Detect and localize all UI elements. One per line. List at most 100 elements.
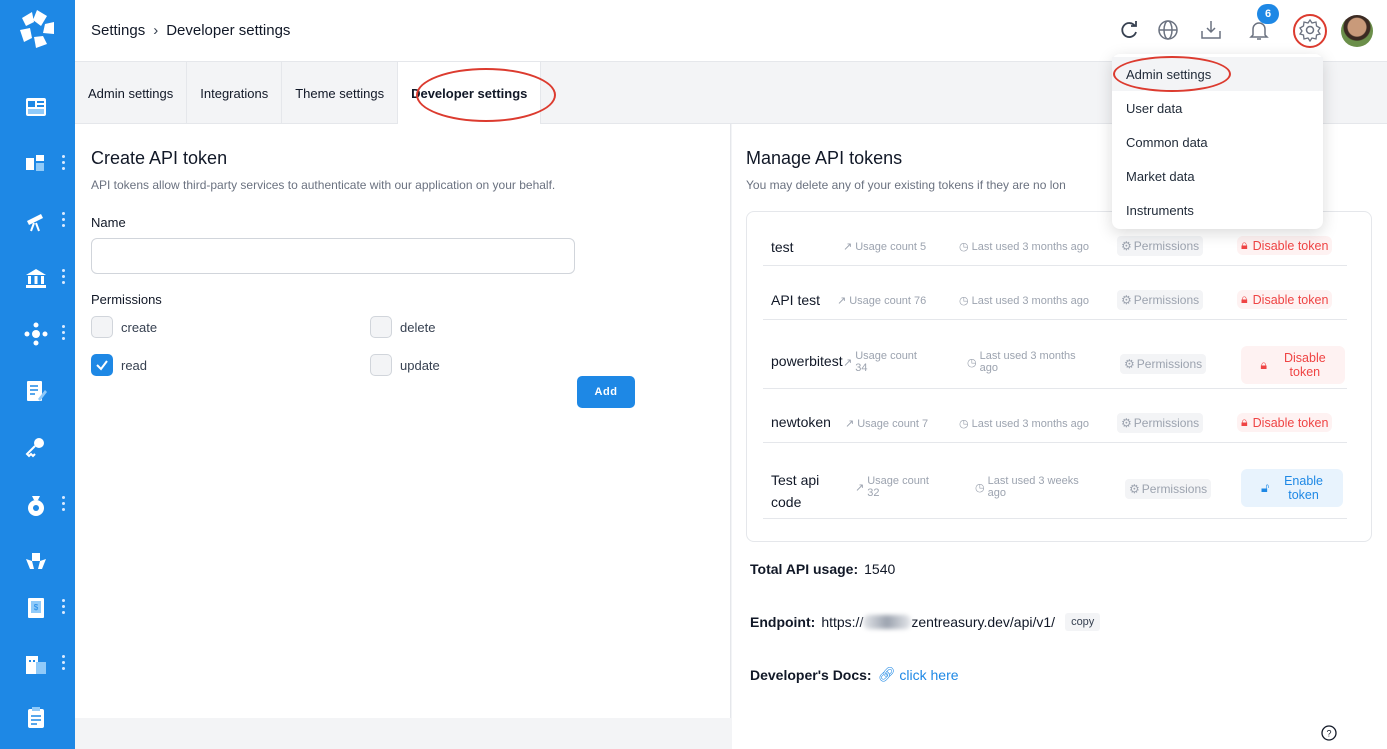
document-edit-icon bbox=[27, 381, 47, 401]
svg-text:?: ? bbox=[1326, 729, 1331, 739]
docs-link[interactable]: 🔗︎ click here bbox=[878, 666, 959, 683]
sidebar-item-ledger[interactable]: $ bbox=[0, 587, 75, 627]
permissions-button[interactable]: ⚙ Permissions bbox=[1117, 290, 1204, 310]
token-list: test ↗ Usage count 5 ◷ Last used 3 months … bbox=[746, 211, 1372, 542]
sidebar-item-keys[interactable] bbox=[0, 427, 75, 467]
token-name: API test bbox=[771, 292, 821, 308]
permissions-button[interactable]: ⚙ Permissions bbox=[1117, 413, 1204, 433]
sidebar-item-forecast[interactable] bbox=[0, 200, 75, 240]
permissions-button[interactable]: ⚙ Permissions bbox=[1117, 236, 1204, 256]
menu-item-common-data[interactable]: Common data bbox=[1112, 125, 1323, 159]
usage-count: ↗ Usage count 34 bbox=[843, 350, 917, 374]
sidebar-item-banks[interactable] bbox=[0, 257, 75, 297]
menu-item-market-data[interactable]: Market data bbox=[1112, 159, 1323, 193]
sidebar-item-support[interactable] bbox=[0, 540, 75, 580]
hands-icon bbox=[26, 553, 46, 569]
permission-delete-checkbox[interactable]: delete bbox=[370, 316, 435, 338]
tab-admin-settings[interactable]: Admin settings bbox=[75, 62, 188, 124]
more-icon[interactable] bbox=[62, 212, 66, 230]
disable-token-button[interactable]: 🔒︎ Disable token bbox=[1237, 290, 1333, 309]
permission-read-checkbox[interactable]: read bbox=[91, 354, 147, 376]
token-row: Test api code ↗ Usage count 32 ◷ Last used 3… bbox=[763, 443, 1347, 519]
manage-tokens-subtitle: You may delete any of your existing toke… bbox=[746, 178, 1066, 192]
checkbox-box[interactable] bbox=[370, 316, 392, 338]
gear-icon: ⚙ bbox=[1121, 416, 1132, 430]
more-icon[interactable] bbox=[62, 269, 66, 287]
total-usage-value: 1540 bbox=[864, 561, 896, 577]
disable-token-button[interactable]: 🔒︎ Disable token bbox=[1237, 413, 1333, 432]
token-name: Test api code bbox=[771, 472, 820, 510]
add-token-button[interactable]: Add bbox=[577, 376, 635, 408]
sidebar-item-clipboard[interactable] bbox=[0, 697, 75, 737]
gear-icon: ⚙ bbox=[1124, 357, 1135, 371]
checkbox-box-checked[interactable] bbox=[91, 354, 113, 376]
checkbox-box[interactable] bbox=[91, 316, 113, 338]
dashboard-icon bbox=[26, 98, 46, 116]
token-row: newtoken ↗ Usage count 7 ◷ Last used 3 mon… bbox=[763, 389, 1347, 443]
clipboard-icon bbox=[28, 707, 44, 728]
more-icon[interactable] bbox=[62, 325, 66, 343]
trend-icon: ↗ bbox=[855, 482, 865, 494]
permissions-button[interactable]: ⚙ Permissions bbox=[1125, 479, 1212, 499]
usage-count: ↗ Usage count 7 bbox=[845, 417, 929, 431]
usage-count: ↗ Usage count 76 bbox=[837, 294, 927, 308]
manage-tokens-title: Manage API tokens bbox=[746, 148, 903, 168]
permission-create-checkbox[interactable]: create bbox=[91, 316, 157, 338]
avatar[interactable] bbox=[1341, 15, 1373, 47]
sidebar-item-accounts[interactable] bbox=[0, 143, 75, 183]
lock-icon: 🔒︎ bbox=[1260, 357, 1267, 372]
network-icon bbox=[24, 322, 48, 346]
breadcrumb-root[interactable]: Settings bbox=[91, 22, 145, 39]
refresh-icon[interactable] bbox=[1117, 18, 1141, 42]
sidebar: $ bbox=[0, 0, 75, 749]
checkbox-box[interactable] bbox=[370, 354, 392, 376]
sidebar-item-dashboard[interactable] bbox=[0, 86, 75, 126]
money-bag-icon bbox=[28, 496, 44, 516]
more-icon[interactable] bbox=[62, 155, 66, 173]
app-logo[interactable] bbox=[14, 6, 60, 52]
token-row: API test ↗ Usage count 76 ◷ Last used 3 mo… bbox=[763, 266, 1347, 320]
total-api-usage: Total API usage: 1540 bbox=[750, 561, 895, 577]
disable-token-button[interactable]: 🔒︎ Disable token bbox=[1241, 346, 1345, 384]
permission-read-label: read bbox=[121, 357, 148, 373]
menu-item-instruments[interactable]: Instruments bbox=[1112, 193, 1323, 227]
create-token-title: Create API token bbox=[91, 148, 228, 168]
accounts-icon bbox=[26, 155, 44, 171]
docs-label: Developer's Docs: bbox=[750, 666, 872, 683]
tab-theme-settings[interactable]: Theme settings bbox=[282, 62, 399, 124]
sidebar-item-entities[interactable] bbox=[0, 643, 75, 683]
help-icon[interactable]: ? bbox=[1321, 725, 1337, 741]
permission-delete-label: delete bbox=[400, 319, 436, 335]
token-name: test bbox=[771, 239, 794, 255]
enable-token-button[interactable]: 🔓︎ Enable token bbox=[1241, 469, 1343, 507]
annotation-circle bbox=[1293, 14, 1327, 48]
token-name-input[interactable] bbox=[91, 238, 575, 274]
building-icon bbox=[26, 656, 46, 674]
annotation-circle bbox=[416, 68, 556, 122]
download-icon[interactable] bbox=[1199, 18, 1223, 42]
copy-button[interactable]: copy bbox=[1065, 613, 1101, 631]
notification-badge: 6 bbox=[1257, 4, 1279, 24]
globe-icon[interactable] bbox=[1156, 18, 1180, 42]
more-icon[interactable] bbox=[62, 655, 66, 673]
permission-update-checkbox[interactable]: update bbox=[370, 354, 440, 376]
permission-update-label: update bbox=[400, 357, 440, 373]
tab-integrations[interactable]: Integrations bbox=[187, 62, 283, 124]
token-name: newtoken bbox=[771, 414, 831, 430]
disable-token-button[interactable]: 🔒︎ Disable token bbox=[1237, 236, 1333, 255]
clock-icon: ◷ bbox=[959, 295, 969, 307]
bank-icon bbox=[26, 269, 46, 288]
more-icon[interactable] bbox=[62, 496, 66, 514]
gear-icon: ⚙ bbox=[1121, 293, 1132, 307]
more-icon[interactable] bbox=[62, 599, 66, 617]
permissions-button[interactable]: ⚙ Permissions bbox=[1120, 354, 1207, 374]
last-used: ◷ Last used 3 months ago bbox=[967, 350, 1076, 374]
telescope-icon bbox=[27, 214, 43, 232]
annotation-circle bbox=[1113, 56, 1231, 92]
menu-item-user-data[interactable]: User data bbox=[1112, 91, 1323, 125]
sidebar-item-reports[interactable] bbox=[0, 370, 75, 410]
permission-create-label: create bbox=[121, 319, 158, 335]
sidebar-item-network[interactable] bbox=[0, 313, 75, 353]
gear-icon: ⚙ bbox=[1121, 239, 1132, 253]
sidebar-item-funds[interactable] bbox=[0, 484, 75, 524]
